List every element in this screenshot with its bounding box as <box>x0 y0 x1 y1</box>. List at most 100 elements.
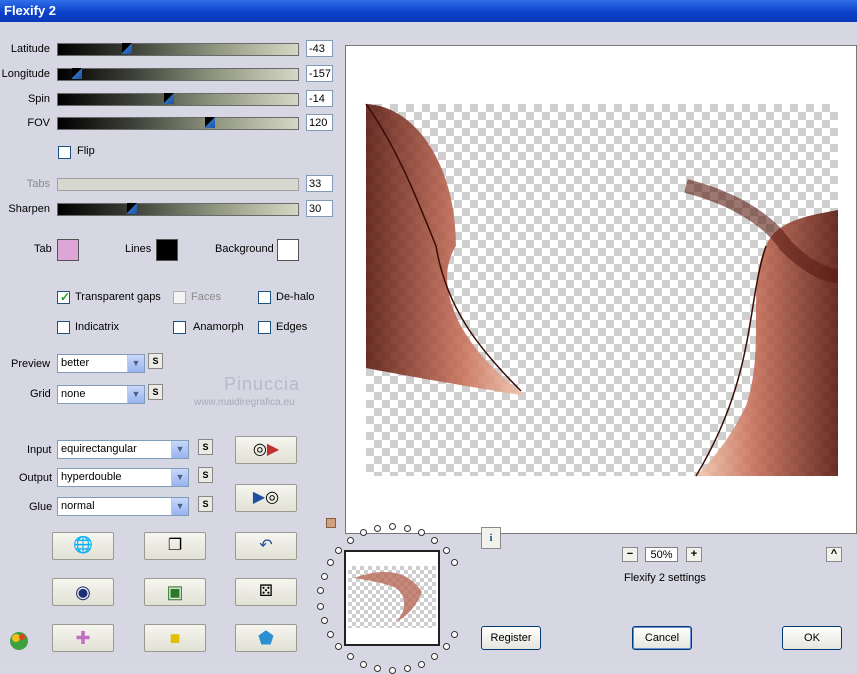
export-button[interactable]: ◎▶ <box>235 436 297 464</box>
navigator-dot[interactable] <box>321 617 328 624</box>
slider-thumb[interactable] <box>122 43 132 54</box>
slider-value-spin[interactable]: -14 <box>306 90 333 107</box>
randomize-globe-button[interactable]: 🌐 <box>52 532 114 560</box>
background-color-label: Background <box>215 243 274 255</box>
frame-button[interactable]: ▣ <box>144 578 206 606</box>
import-button[interactable]: ▶◎ <box>235 484 297 512</box>
edges-checkbox[interactable] <box>258 321 271 334</box>
input-select[interactable]: equirectangular ▼ <box>57 440 189 459</box>
navigator-dot[interactable] <box>327 559 334 566</box>
navigator-dot[interactable] <box>404 665 411 672</box>
navigator-dot[interactable] <box>374 525 381 532</box>
tab-color-swatch[interactable] <box>57 239 79 261</box>
navigator-dot[interactable] <box>374 665 381 672</box>
navigator-dot[interactable] <box>431 537 438 544</box>
navigator-dot[interactable] <box>418 661 425 668</box>
undo-button[interactable]: ↶ <box>235 532 297 560</box>
input-select-value: equirectangular <box>61 443 137 455</box>
navigator-handle-icon[interactable] <box>326 518 336 528</box>
navigator-dot[interactable] <box>389 523 396 530</box>
navigator-dot[interactable] <box>451 559 458 566</box>
random-dice-button[interactable]: ⚄ <box>235 578 297 606</box>
chevron-down-icon: ▼ <box>171 441 188 458</box>
chevron-down-icon: ▼ <box>171 469 188 486</box>
slider-tabs[interactable] <box>57 178 299 191</box>
dialog-body: Latitude -43 Longitude -157 Spin -14 FOV 120 Tab… <box>0 22 857 674</box>
preview-select[interactable]: better ▼ <box>57 354 145 373</box>
collapse-button[interactable]: ^ <box>826 547 842 562</box>
lines-color-swatch[interactable] <box>156 239 178 261</box>
navigator-dot[interactable] <box>347 653 354 660</box>
navigator-dot[interactable] <box>389 667 396 674</box>
zoom-out-button[interactable]: − <box>622 547 638 562</box>
slider-fov[interactable] <box>57 117 299 130</box>
navigator-dot[interactable] <box>360 529 367 536</box>
info-button[interactable]: i <box>481 527 501 549</box>
slider-value-latitude[interactable]: -43 <box>306 40 333 57</box>
navigator-dot[interactable] <box>321 573 328 580</box>
input-save-button[interactable]: S <box>198 439 213 455</box>
cancel-button[interactable]: Cancel <box>632 626 692 650</box>
navigator-dot[interactable] <box>443 547 450 554</box>
preview-save-button[interactable]: S <box>148 353 163 369</box>
zoom-level: 50% <box>645 547 678 562</box>
pentagon-button[interactable]: ⬟ <box>235 624 297 652</box>
register-button[interactable]: Register <box>481 626 541 650</box>
ring-button[interactable]: ◉ <box>52 578 114 606</box>
slider-value-longitude[interactable]: -157 <box>306 65 333 82</box>
slider-spin[interactable] <box>57 93 299 106</box>
cross-button[interactable]: ✚ <box>52 624 114 652</box>
cube-button[interactable]: ■ <box>144 624 206 652</box>
slider-thumb[interactable] <box>72 68 82 79</box>
navigator-dot[interactable] <box>327 631 334 638</box>
preview-select-value: better <box>61 357 90 369</box>
slider-thumb[interactable] <box>127 203 137 214</box>
navigator-dot[interactable] <box>443 643 450 650</box>
navigator-dot[interactable] <box>404 525 411 532</box>
output-save-button[interactable]: S <box>198 467 213 483</box>
thumbnail-render <box>354 571 422 622</box>
ok-button[interactable]: OK <box>782 626 842 650</box>
navigator-dot[interactable] <box>317 587 324 594</box>
slider-value-fov[interactable]: 120 <box>306 114 333 131</box>
navigator-dot[interactable] <box>335 547 342 554</box>
output-select[interactable]: hyperdouble ▼ <box>57 468 189 487</box>
navigator-dot[interactable] <box>418 529 425 536</box>
pentagon-icon: ⬟ <box>258 628 274 648</box>
checkmark-icon: ✓ <box>60 290 71 304</box>
input-label: Input <box>27 444 52 456</box>
de-halo-checkbox[interactable] <box>258 291 271 304</box>
preview-canvas[interactable] <box>345 45 857 534</box>
flip-checkbox[interactable] <box>58 146 71 159</box>
grid-save-button[interactable]: S <box>148 384 163 400</box>
navigator-dot[interactable] <box>451 631 458 638</box>
zoom-in-button[interactable]: + <box>686 547 702 562</box>
navigator-dot[interactable] <box>347 537 354 544</box>
navigator-dot[interactable] <box>335 643 342 650</box>
navigator-thumbnail[interactable] <box>344 550 440 646</box>
left-arrow-disc-icon: ▶◎ <box>252 489 280 506</box>
slider-sharpen[interactable] <box>57 203 299 216</box>
edges-label: Edges <box>276 321 308 333</box>
slider-latitude[interactable] <box>57 43 299 56</box>
slider-value-tabs[interactable]: 33 <box>306 175 333 192</box>
copy-button[interactable]: ❐ <box>144 532 206 560</box>
slider-thumb[interactable] <box>164 93 174 104</box>
faces-checkbox[interactable] <box>173 291 186 304</box>
navigator-dot[interactable] <box>360 661 367 668</box>
grid-select[interactable]: none ▼ <box>57 385 145 404</box>
slider-thumb[interactable] <box>205 117 215 128</box>
chevron-down-icon: ▼ <box>171 498 188 515</box>
glue-select[interactable]: normal ▼ <box>57 497 189 516</box>
slider-value-sharpen[interactable]: 30 <box>306 200 333 217</box>
glue-save-button[interactable]: S <box>198 496 213 512</box>
grid-select-value: none <box>61 388 86 400</box>
slider-longitude[interactable] <box>57 68 299 81</box>
navigator-dot[interactable] <box>431 653 438 660</box>
transparent-gaps-checkbox[interactable]: ✓ <box>57 290 71 304</box>
indicatrix-checkbox[interactable] <box>57 321 70 334</box>
ring-icon: ◉ <box>75 582 91 602</box>
background-color-swatch[interactable] <box>277 239 299 261</box>
anamorph-checkbox[interactable] <box>173 321 186 334</box>
navigator-dot[interactable] <box>317 603 324 610</box>
